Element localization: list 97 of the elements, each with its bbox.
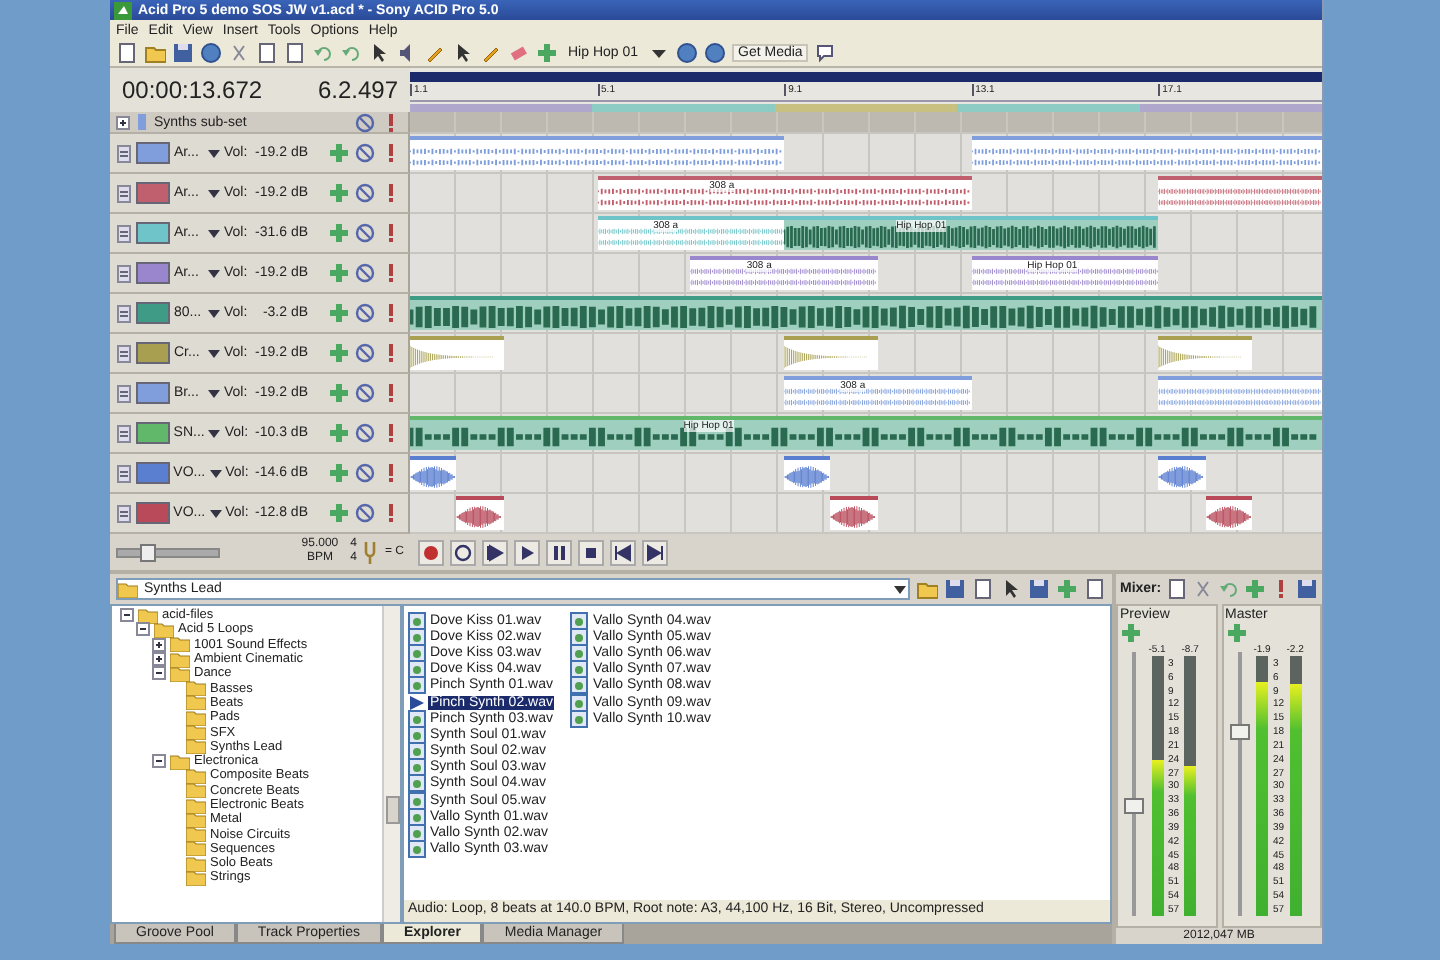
track-menu-icon[interactable] (116, 221, 132, 245)
caret-icon[interactable] (208, 187, 220, 199)
audio-file-icon (408, 840, 426, 859)
help-icon[interactable] (814, 42, 837, 64)
mute-icon[interactable] (354, 182, 377, 204)
audio-file-icon (408, 824, 426, 843)
pause-icon[interactable] (546, 539, 572, 565)
play-from-start-icon[interactable] (482, 539, 508, 565)
record-icon[interactable] (418, 539, 444, 565)
audio-file-icon (408, 709, 426, 728)
caret-icon[interactable] (209, 507, 222, 519)
play-icon[interactable] (514, 539, 540, 565)
audio-file-icon (408, 742, 426, 761)
caret-icon[interactable] (892, 581, 908, 597)
mute-icon[interactable] (354, 422, 376, 444)
app-icon (114, 1, 132, 19)
go-to-start-icon[interactable] (610, 539, 636, 565)
expand-toggle[interactable] (116, 115, 130, 129)
scroll-thumb[interactable] (386, 795, 400, 824)
caret-icon[interactable] (208, 227, 220, 239)
track-menu-icon[interactable] (116, 181, 132, 205)
beat-display: 6.2.497 (317, 76, 398, 104)
loop-icon[interactable] (450, 539, 476, 565)
audio-clip[interactable] (410, 336, 504, 370)
track-menu-icon[interactable] (116, 301, 132, 325)
stop-icon[interactable] (578, 539, 604, 565)
mute-icon[interactable] (354, 262, 377, 284)
up-folder-icon[interactable] (916, 578, 938, 600)
mute-icon[interactable] (354, 462, 376, 484)
audio-clip[interactable] (1158, 176, 1322, 210)
caret-icon[interactable] (208, 267, 220, 279)
audio-file-icon (408, 791, 426, 810)
audio-file-icon (570, 676, 589, 695)
caret-icon[interactable] (209, 467, 222, 479)
time-display: 00:00:13.672 (122, 76, 263, 104)
collapse-toggle[interactable] (152, 754, 166, 769)
audio-clip[interactable] (784, 336, 878, 370)
track-menu-icon[interactable] (116, 341, 132, 365)
audio-file-icon (408, 774, 426, 793)
track-menu-icon[interactable] (116, 421, 132, 445)
audio-file-icon (570, 660, 589, 679)
audio-file-icon (408, 611, 426, 630)
track-menu-icon[interactable] (116, 501, 132, 525)
audio-file-icon (570, 643, 589, 662)
globe-icon[interactable] (200, 42, 222, 64)
caret-icon[interactable] (208, 347, 220, 359)
audio-file-icon (408, 660, 426, 679)
play-icon[interactable] (408, 693, 426, 712)
mute-icon[interactable] (354, 111, 376, 133)
caret-icon[interactable] (208, 307, 220, 319)
mute-icon[interactable] (354, 302, 377, 324)
caret-icon[interactable] (208, 147, 220, 159)
track-menu-icon[interactable] (116, 141, 132, 165)
go-to-end-icon[interactable] (642, 539, 668, 565)
undo-icon[interactable] (312, 42, 334, 64)
expand-toggle[interactable] (152, 637, 166, 652)
slider-thumb[interactable] (140, 543, 156, 561)
save-icon[interactable] (172, 42, 194, 64)
mute-icon[interactable] (354, 382, 377, 404)
audio-file-icon (408, 627, 426, 646)
scrollbar[interactable] (382, 606, 400, 922)
audio-file-icon (570, 709, 589, 728)
audio-file-icon (570, 693, 589, 712)
new-file-icon[interactable] (116, 42, 138, 64)
caret-icon[interactable] (208, 387, 220, 399)
track-menu-icon[interactable] (116, 461, 132, 485)
tempo-slider[interactable] (116, 547, 220, 557)
audio-file-icon (408, 643, 426, 662)
audio-clip[interactable] (1158, 376, 1322, 410)
globe-icon[interactable] (676, 42, 699, 64)
collapse-toggle[interactable] (136, 622, 150, 637)
audio-clip[interactable] (971, 136, 1322, 170)
fader-thumb[interactable] (1124, 797, 1144, 814)
mute-icon[interactable] (354, 222, 377, 244)
cursor-icon[interactable] (368, 42, 390, 64)
audio-file-icon (570, 627, 589, 646)
tuning-fork-icon (364, 541, 377, 563)
mute-icon[interactable] (354, 342, 377, 364)
audio-file-icon (570, 611, 589, 630)
audio-file-icon (408, 676, 426, 695)
collapse-toggle[interactable] (120, 608, 134, 623)
track-menu-icon[interactable] (116, 261, 132, 285)
caret-icon[interactable] (208, 427, 221, 439)
fader-thumb[interactable] (1229, 723, 1249, 740)
cut-icon[interactable] (228, 42, 250, 64)
track-icon (134, 112, 150, 132)
expand-toggle[interactable] (152, 652, 166, 667)
mute-icon[interactable] (354, 502, 376, 524)
collapse-toggle[interactable] (152, 666, 166, 681)
audio-file-icon (408, 725, 426, 744)
audio-clip[interactable] (410, 136, 785, 170)
drive-icon[interactable] (944, 578, 966, 600)
mute-icon[interactable] (354, 142, 377, 164)
audio-clip[interactable] (1158, 336, 1252, 370)
track-menu-icon[interactable] (116, 381, 132, 405)
audio-file-icon (408, 758, 426, 777)
audio-file-icon (408, 807, 426, 826)
